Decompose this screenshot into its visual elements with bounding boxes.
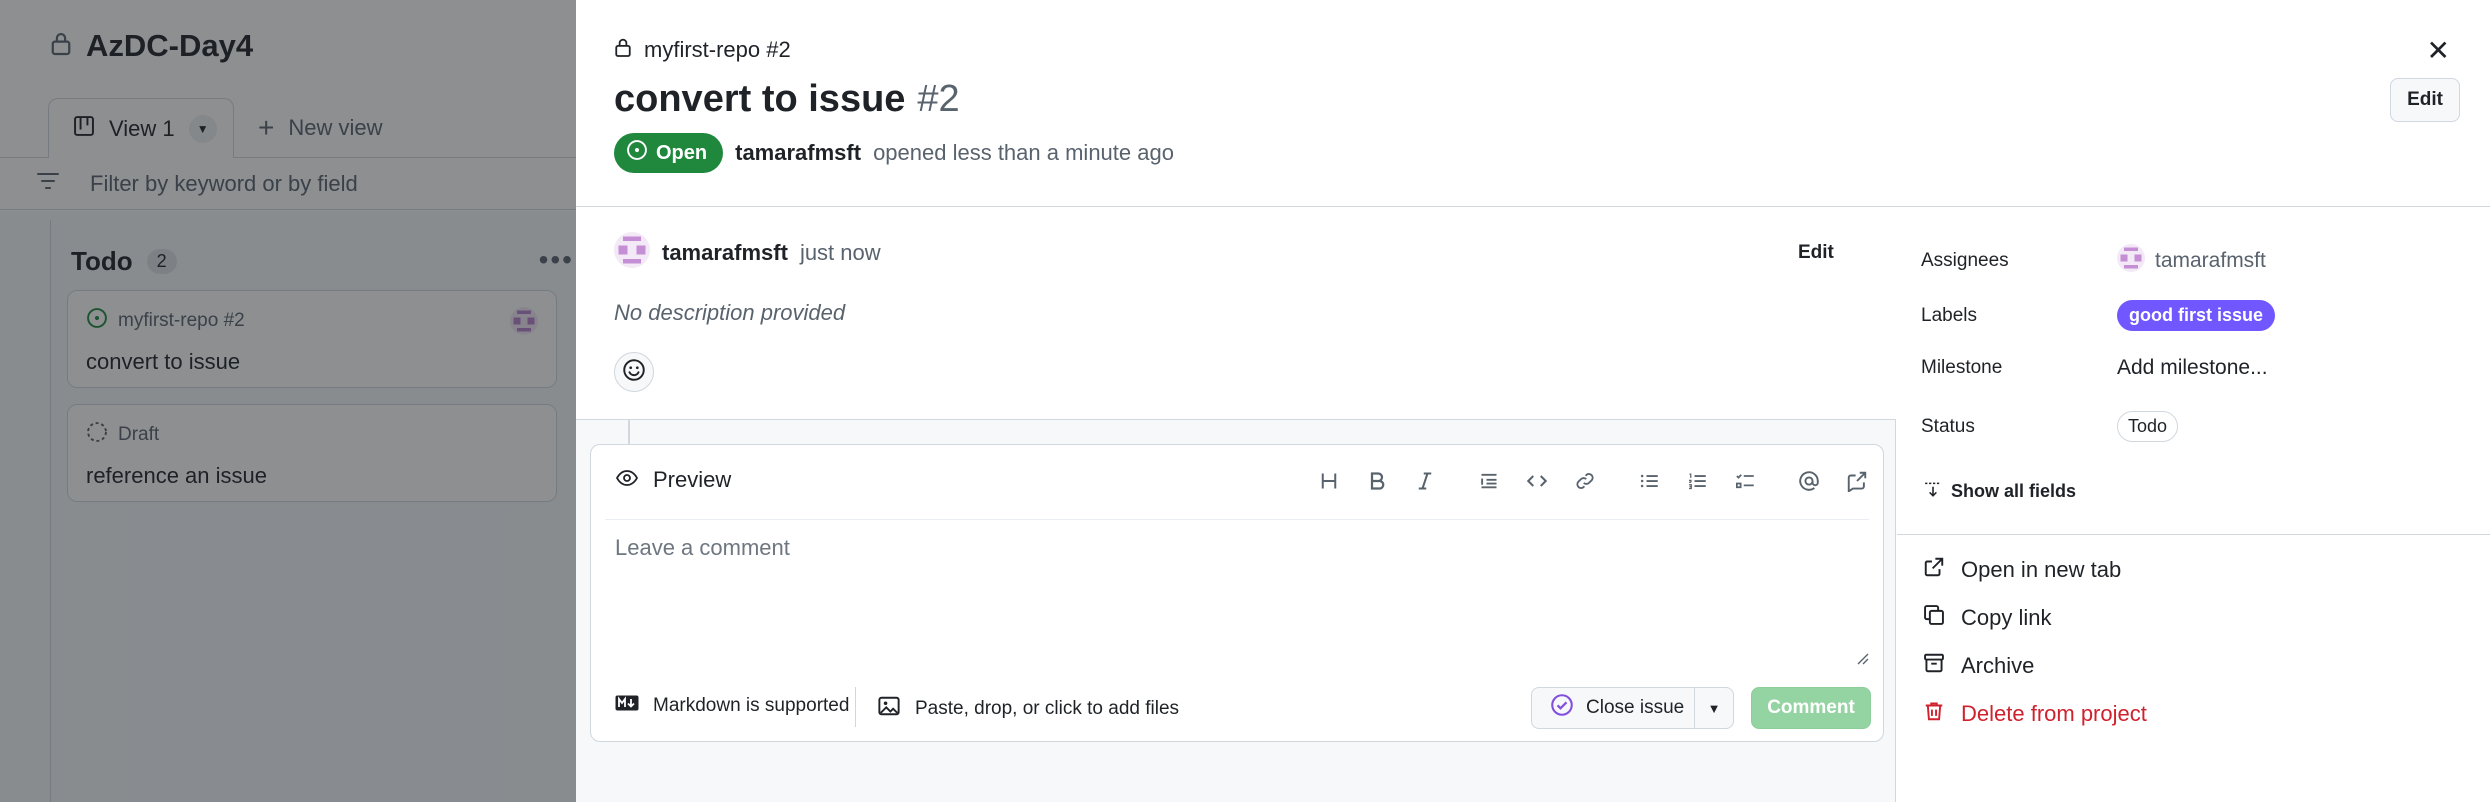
ordered-list-icon[interactable] (1677, 461, 1717, 501)
issue-side-panel: myfirst-repo #2 convert to issue #2 Open … (576, 0, 2490, 802)
link-icon[interactable] (1565, 461, 1605, 501)
preview-tab[interactable]: Preview (615, 467, 731, 493)
issue-title-row: convert to issue #2 (614, 78, 960, 121)
status-label: Open (656, 141, 708, 164)
field-label: Status (1921, 415, 1975, 437)
avatar (2117, 244, 2145, 278)
issue-number: #2 (917, 78, 960, 120)
image-icon (877, 695, 901, 723)
delete-from-project-button[interactable]: Delete from project (1923, 700, 2147, 728)
add-reaction-button[interactable] (614, 352, 654, 392)
field-label: Assignees (1921, 250, 2009, 271)
issue-author[interactable]: tamarafmsft (735, 140, 861, 166)
close-issue-options-chevron-down-icon[interactable]: ▼ (1694, 687, 1734, 729)
timeline-line (628, 420, 630, 444)
close-issue-label: Close issue (1586, 697, 1685, 718)
heading-icon[interactable] (1309, 461, 1349, 501)
comment-editor: Preview Leave a comment Markdown is supp… (590, 444, 1884, 742)
milestone-value: Add milestone... (2117, 356, 2268, 379)
field-labels[interactable]: Labels good first issue (1921, 300, 2276, 331)
action-label: Delete from project (1961, 701, 2147, 726)
comment-author[interactable]: tamarafmsft (662, 240, 788, 266)
issue-title: convert to issue (614, 78, 906, 120)
show-all-label: Show all fields (1951, 481, 2077, 501)
close-issue-button[interactable]: Close issue (1531, 687, 1695, 729)
editor-footer: Markdown is supported Paste, drop, or cl… (591, 673, 1883, 743)
mention-icon[interactable] (1789, 461, 1829, 501)
status-pill: Todo (2117, 411, 2179, 442)
italic-icon[interactable] (1405, 461, 1445, 501)
action-label: Archive (1961, 653, 2035, 678)
open-in-new-tab-button[interactable]: Open in new tab (1923, 556, 2121, 584)
markdown-label: Markdown is supported (653, 695, 850, 716)
issue-sidebar: Assignees tamarafmsft Labels good first … (1897, 208, 2490, 802)
comment-button[interactable]: Comment (1751, 687, 1871, 729)
assignee-name: tamarafmsft (2155, 249, 2266, 272)
opened-text: opened less than a minute ago (873, 140, 1174, 165)
show-all-fields-button[interactable]: Show all fields (1923, 480, 2076, 503)
field-label: Labels (1921, 304, 1977, 326)
trash-icon (1923, 700, 1945, 728)
comment-textarea[interactable] (605, 521, 1871, 669)
formatting-toolbar (1309, 461, 1877, 501)
issue-main-column: tamarafmsft just now Edit No description… (576, 208, 1896, 802)
preview-label: Preview (653, 467, 732, 492)
copy-icon (1923, 604, 1945, 632)
edit-title-button[interactable]: Edit (2390, 78, 2460, 122)
field-milestone[interactable]: Milestone Add milestone... (1921, 356, 2268, 380)
action-label: Open in new tab (1961, 557, 2122, 582)
issue-open-icon (626, 139, 648, 167)
check-circle-icon (1550, 693, 1574, 723)
field-assignees[interactable]: Assignees tamarafmsft (1921, 244, 2266, 278)
repo-line: myfirst-repo #2 (614, 36, 791, 64)
markdown-icon (615, 695, 639, 717)
code-icon[interactable] (1517, 461, 1557, 501)
panel-header: myfirst-repo #2 convert to issue #2 Open … (576, 0, 2490, 207)
archive-button[interactable]: Archive (1923, 652, 2034, 680)
unordered-list-icon[interactable] (1629, 461, 1669, 501)
sidebar-divider (1897, 534, 2490, 535)
field-label: Milestone (1921, 357, 2003, 378)
close-icon[interactable]: ✕ (2427, 34, 2450, 67)
paste-label: Paste, drop, or click to add files (915, 698, 1180, 719)
quote-icon[interactable] (1469, 461, 1509, 501)
edit-comment-button[interactable]: Edit (1798, 242, 1834, 264)
cross-reference-icon[interactable] (1837, 461, 1877, 501)
attach-files-button[interactable]: Paste, drop, or click to add files (877, 695, 1179, 723)
comment-time[interactable]: just now (800, 240, 881, 266)
field-value: tamarafmsft (2117, 244, 2266, 278)
issue-state-row: Open tamarafmsft opened less than a minu… (614, 133, 1174, 173)
smiley-icon (622, 358, 646, 387)
label-pill: good first issue (2117, 300, 2276, 331)
copy-link-button[interactable]: Copy link (1923, 604, 2051, 632)
comment-body: No description provided (614, 300, 846, 325)
footer-divider (855, 687, 856, 727)
unfold-icon (1923, 480, 1943, 503)
resize-handle-icon[interactable] (1855, 651, 1869, 670)
lock-icon (614, 36, 632, 64)
avatar[interactable] (614, 232, 650, 274)
task-list-icon[interactable] (1725, 461, 1765, 501)
external-link-icon (1923, 556, 1945, 584)
action-label: Copy link (1961, 605, 2052, 630)
bold-icon[interactable] (1357, 461, 1397, 501)
eye-icon (615, 467, 639, 493)
field-status[interactable]: Status Todo (1921, 411, 2179, 442)
overlay-backdrop[interactable] (0, 0, 576, 802)
archive-icon (1923, 652, 1945, 680)
status-badge: Open (614, 133, 724, 173)
comment-header: tamarafmsft just now (614, 232, 881, 274)
repo-link[interactable]: myfirst-repo #2 (644, 37, 791, 63)
markdown-supported-link[interactable]: Markdown is supported (615, 695, 849, 717)
toolbar-divider (605, 519, 1869, 520)
issue-body-comment: tamarafmsft just now Edit No description… (576, 208, 1896, 420)
